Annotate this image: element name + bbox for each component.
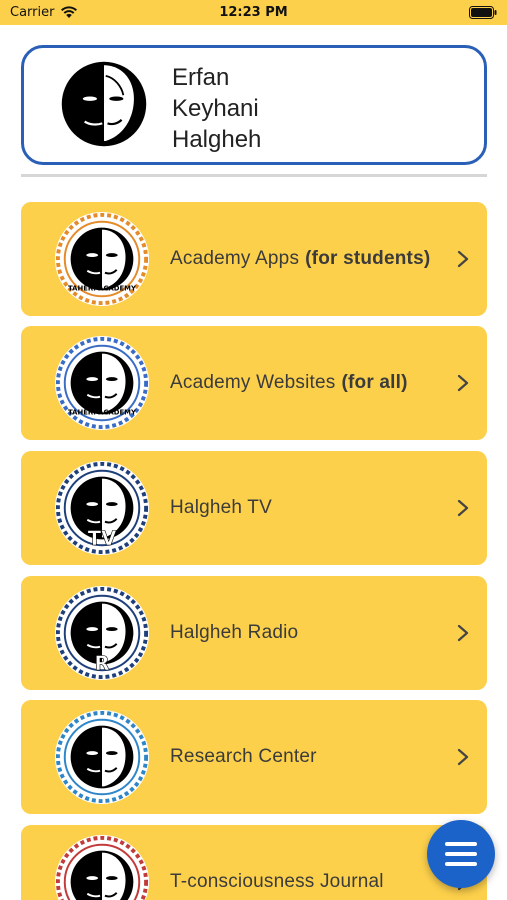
menu-item-label: Academy Apps (for students) bbox=[170, 202, 430, 316]
halgheh-tv-logo-icon: TV bbox=[53, 459, 151, 557]
status-time: 12:23 PM bbox=[219, 5, 288, 20]
journal-logo-icon bbox=[53, 833, 151, 900]
menu-item-emphasis: (for students) bbox=[305, 248, 431, 269]
menu-item-academy-websites[interactable]: TAHERI ACADEMY Academy Websites (for all… bbox=[21, 326, 487, 440]
chevron-right-icon bbox=[457, 250, 469, 268]
menu-item-emphasis: (for all) bbox=[341, 372, 408, 393]
svg-text:R: R bbox=[94, 652, 109, 675]
divider bbox=[21, 174, 487, 177]
menu-item-halgheh-tv[interactable]: TV Halgheh TV bbox=[21, 451, 487, 565]
chevron-right-icon bbox=[457, 499, 469, 517]
menu-item-label: T-consciousness Journal bbox=[170, 825, 384, 900]
chevron-right-icon bbox=[457, 748, 469, 766]
halgheh-radio-logo-icon: R bbox=[53, 584, 151, 682]
menu-item-journal[interactable]: T-consciousness Journal bbox=[21, 825, 487, 900]
menu-item-title: Research Center bbox=[170, 746, 317, 767]
profile-card[interactable]: Erfan Keyhani Halgheh bbox=[21, 45, 487, 165]
svg-text:TAHERI ACADEMY: TAHERI ACADEMY bbox=[68, 408, 137, 416]
menu-item-label: Academy Websites (for all) bbox=[170, 326, 408, 440]
academy-websites-logo-icon: TAHERI ACADEMY bbox=[53, 334, 151, 432]
chevron-right-icon bbox=[457, 624, 469, 642]
menu-item-title: Halgheh TV bbox=[170, 497, 272, 518]
menu-item-label: Halgheh Radio bbox=[170, 576, 298, 690]
menu-item-label: Halgheh TV bbox=[170, 451, 272, 565]
profile-name-line1: Erfan bbox=[172, 64, 230, 91]
svg-text:TV: TV bbox=[88, 527, 117, 550]
menu-item-title: Halgheh Radio bbox=[170, 622, 299, 643]
menu-item-title: Academy Apps bbox=[170, 248, 300, 269]
status-bar: Carrier 12:23 PM bbox=[0, 0, 507, 25]
battery-icon bbox=[469, 6, 497, 19]
profile-name-line3: Halgheh bbox=[172, 126, 262, 153]
menu-item-academy-apps[interactable]: TAHERI ACADEMY Academy Apps (for student… bbox=[21, 202, 487, 316]
menu-item-title: Academy Websites bbox=[170, 372, 336, 393]
svg-text:TAHERI ACADEMY: TAHERI ACADEMY bbox=[68, 284, 137, 292]
face-logo-icon bbox=[61, 61, 147, 147]
menu-item-research-center[interactable]: Research Center bbox=[21, 700, 487, 814]
menu-item-halgheh-radio[interactable]: R Halgheh Radio bbox=[21, 576, 487, 690]
hamburger-menu-icon bbox=[445, 842, 477, 866]
profile-name-line2: Keyhani bbox=[172, 95, 259, 122]
chevron-right-icon bbox=[457, 374, 469, 392]
menu-fab-button[interactable] bbox=[427, 820, 495, 888]
profile-name: Erfan Keyhani Halgheh bbox=[172, 62, 261, 155]
research-center-logo-icon bbox=[53, 708, 151, 806]
menu-item-title: T-consciousness Journal bbox=[170, 871, 384, 892]
menu-item-label: Research Center bbox=[170, 700, 317, 814]
academy-apps-logo-icon: TAHERI ACADEMY bbox=[53, 210, 151, 308]
